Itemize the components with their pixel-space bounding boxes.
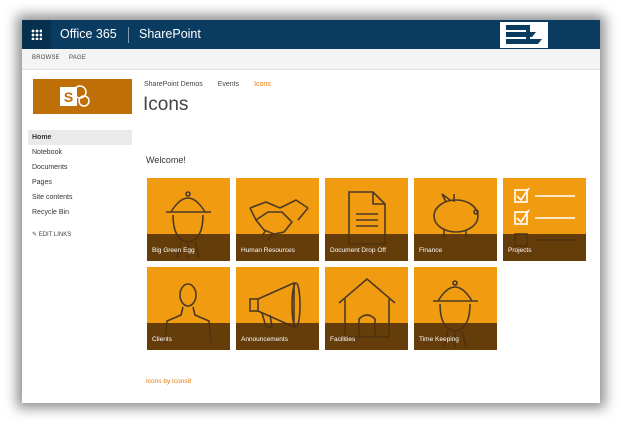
svg-text:S: S [64, 89, 73, 105]
tile-label: Finance [419, 247, 443, 254]
tile-time-keeping[interactable]: Time Keeping [414, 267, 497, 350]
nav-item-notebook[interactable]: Notebook [28, 145, 132, 160]
welcome-text: Welcome! [146, 155, 186, 165]
nav-item-recycle-bin[interactable]: Recycle Bin [28, 205, 132, 220]
sharepoint-window: Office 365 SharePoint BROWSE PAGE S Home… [22, 20, 600, 403]
tile-finance[interactable]: Finance [414, 178, 497, 261]
ribbon-bar: BROWSE PAGE [22, 49, 600, 70]
breadcrumb: SharePoint Demos Events Icons [144, 81, 284, 88]
suite-bar: Office 365 SharePoint [22, 20, 600, 49]
tile-label: Clients [152, 336, 172, 343]
nav-item-site-contents[interactable]: Site contents [28, 190, 132, 205]
tile-label: Human Resources [241, 247, 295, 254]
nav-item-home[interactable]: Home [28, 130, 132, 145]
breadcrumb-events[interactable]: Events [218, 81, 239, 88]
page-title: Icons [143, 94, 189, 115]
left-navigation: Home Notebook Documents Pages Site conte… [28, 130, 132, 220]
tile-announcements[interactable]: Announcements [236, 267, 319, 350]
tile-label: Document Drop Off [330, 247, 386, 254]
nav-item-documents[interactable]: Documents [28, 160, 132, 175]
tile-facilities[interactable]: Facilities [325, 267, 408, 350]
tab-page[interactable]: PAGE [69, 55, 86, 61]
tile-label: Announcements [241, 336, 288, 343]
tile-label: Time Keeping [419, 336, 459, 343]
office365-link[interactable]: Office 365 [60, 27, 117, 41]
company-logo-icon [500, 22, 548, 48]
tile-projects[interactable]: Projects [503, 178, 586, 261]
breadcrumb-icons[interactable]: Icons [254, 81, 271, 88]
tile-label: Facilities [330, 336, 356, 343]
site-logo[interactable]: S [33, 79, 132, 114]
tile-human-resources[interactable]: Human Resources [236, 178, 319, 261]
tile-label: Projects [508, 247, 532, 254]
breadcrumb-sharepoint-demos[interactable]: SharePoint Demos [144, 81, 203, 88]
edit-links-button[interactable]: ✎ EDIT LINKS [32, 231, 71, 238]
tile-document-drop-off[interactable]: Document Drop Off [325, 178, 408, 261]
tile-big-green-egg[interactable]: Big Green Egg [147, 178, 230, 261]
app-launcher-icon[interactable] [22, 20, 51, 49]
edit-links-label: EDIT LINKS [38, 232, 72, 238]
tab-browse[interactable]: BROWSE [32, 55, 60, 61]
tile-label: Big Green Egg [152, 247, 195, 254]
sharepoint-link[interactable]: SharePoint [139, 27, 201, 41]
pencil-icon: ✎ [32, 232, 38, 238]
nav-item-pages[interactable]: Pages [28, 175, 132, 190]
icons-credit-link[interactable]: Icons by Icons8 [146, 378, 191, 385]
sharepoint-logo-icon: S [60, 85, 90, 107]
tile-clients[interactable]: Clients [147, 267, 230, 350]
